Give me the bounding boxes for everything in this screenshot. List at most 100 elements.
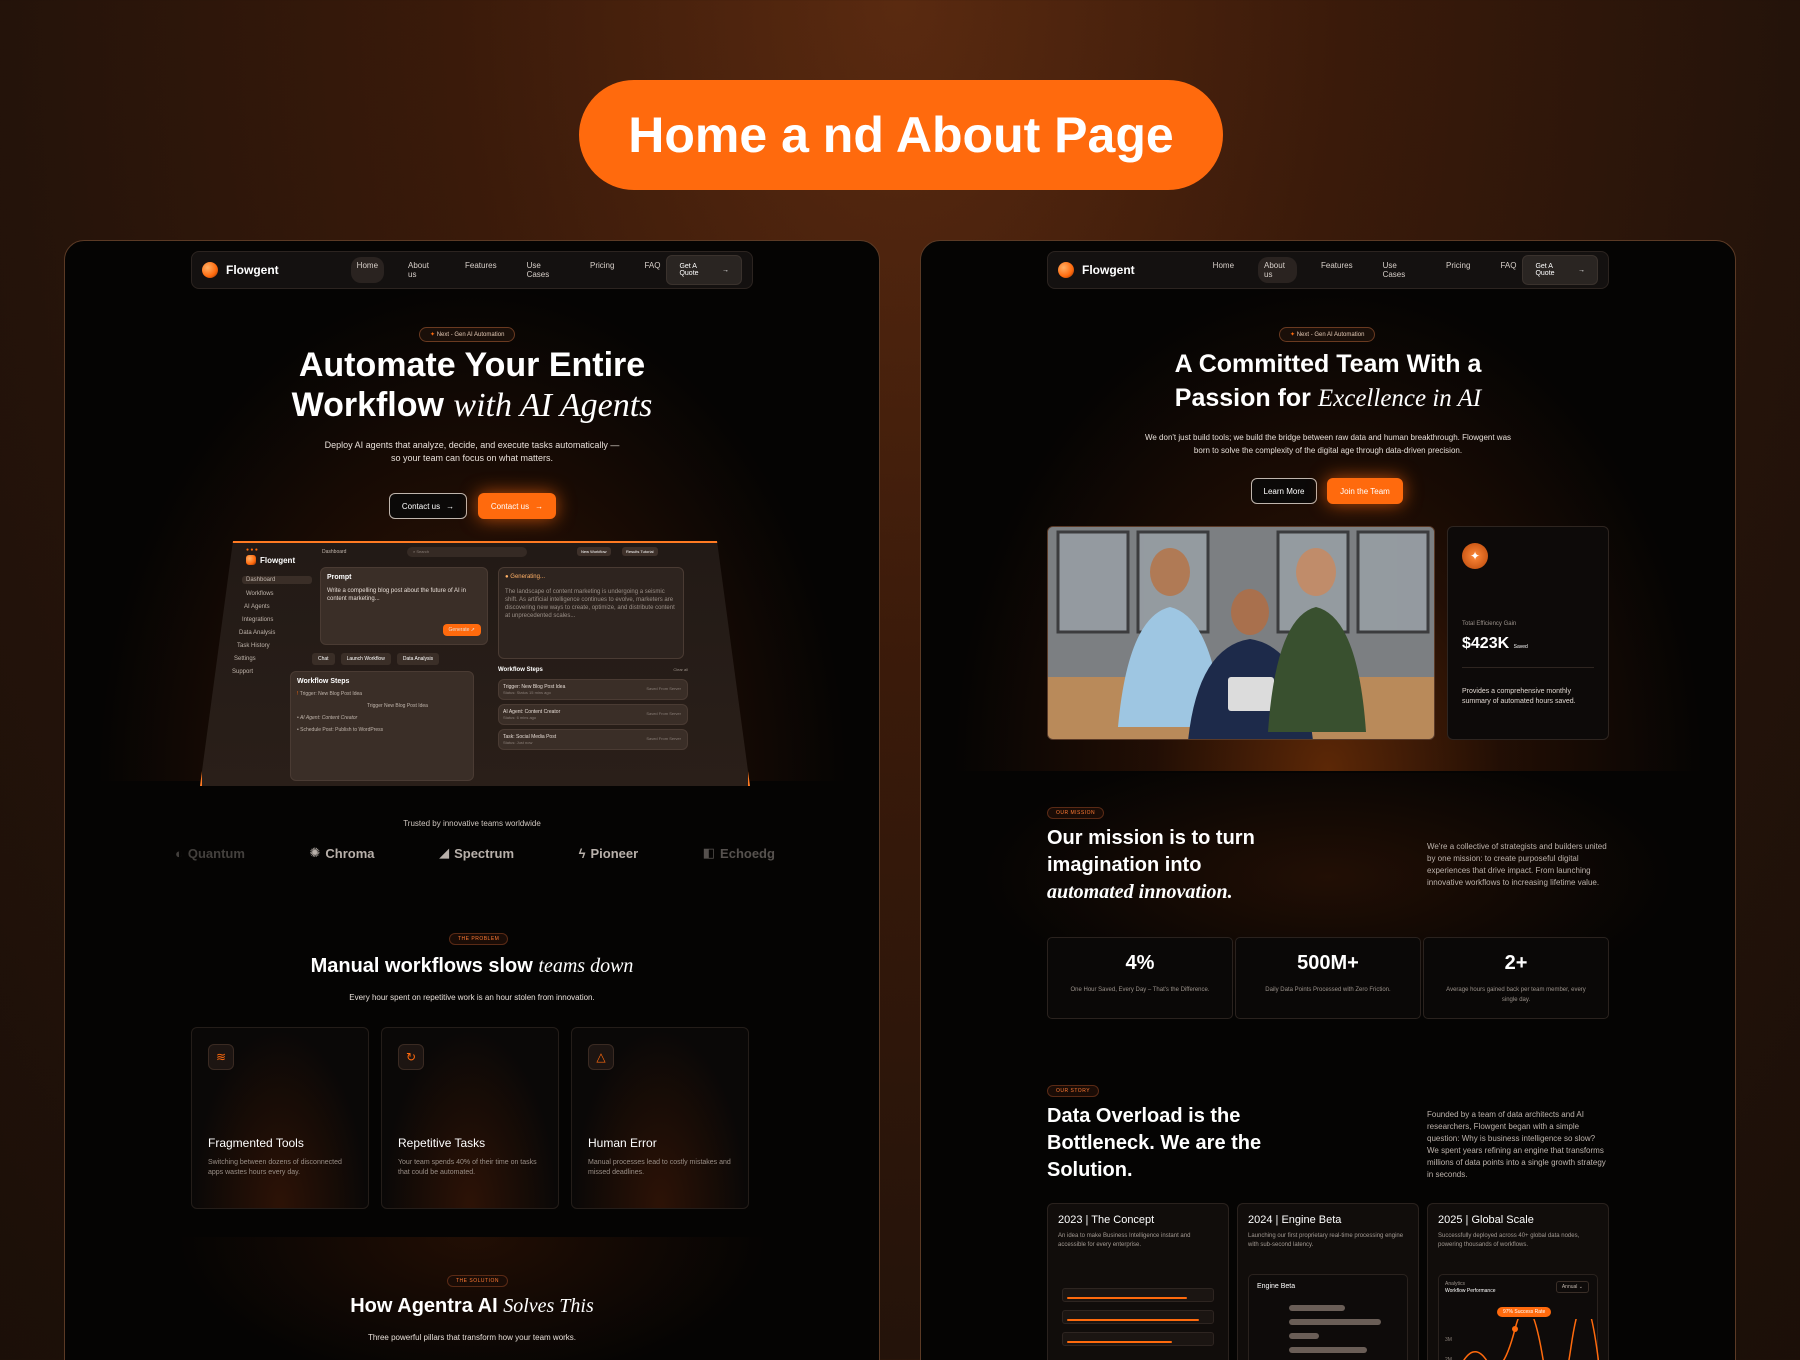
workflow-steps-header: Workflow Steps Clear all	[498, 667, 688, 673]
timeline-desc: Launching our first proprietary real-tim…	[1248, 1233, 1404, 1248]
feature-card-repetitive: ↻ Repetitive Tasks Your team spends 40% …	[381, 1027, 559, 1209]
results-button[interactable]: Results Tutorial	[622, 547, 658, 556]
nav-faq[interactable]: FAQ	[638, 257, 666, 283]
prompt-text[interactable]: Write a compelling blog post about the f…	[327, 587, 477, 603]
stat-box-3: 2+ Average hours gained back per team mem…	[1423, 937, 1609, 1019]
feature-title: Repetitive Tasks	[398, 1136, 486, 1150]
nav-about[interactable]: About us	[1258, 257, 1297, 283]
contact-label: Contact us	[401, 501, 441, 511]
wf-row[interactable]: Task: Social Media Post Status: Just now S…	[498, 729, 688, 750]
dash-search-input[interactable]: ⌕ Search	[407, 547, 527, 557]
wf-row[interactable]: AI Agent: Content Creator Status: 6 mins …	[498, 704, 688, 725]
feature-desc: Your team spends 40% of their time on ta…	[398, 1159, 537, 1176]
logo-text: Spectrum	[454, 845, 515, 861]
wf-row[interactable]: Trigger: New Blog Post Idea Status: Statu…	[498, 679, 688, 700]
logo-quantum: ◐ Quantum	[175, 845, 245, 861]
wf-step: • AI Agent: Content Creator	[297, 715, 358, 721]
new-workflow-button[interactable]: New Workflow	[577, 547, 611, 556]
solution-subtitle: Three powerful pillars that transform ho…	[367, 1333, 577, 1342]
metric-row	[1062, 1288, 1214, 1302]
get-quote-button[interactable]: Get A Quote →	[1522, 255, 1598, 285]
mission-line-1: Our mission is to turn	[1047, 827, 1255, 849]
metric-row	[1062, 1332, 1214, 1346]
stat-box-value: 4%	[1125, 952, 1155, 974]
page-title-badge: Home a nd About Page	[579, 80, 1223, 190]
nav-home[interactable]: Home	[350, 257, 385, 283]
alert-icon: !	[297, 691, 299, 697]
nav-use-cases[interactable]: Use Cases	[521, 257, 566, 283]
nav-pricing[interactable]: Pricing	[1440, 257, 1476, 283]
layers-icon: ≋	[208, 1044, 234, 1070]
contact-label: Contact us	[490, 501, 530, 511]
brand-logo[interactable]: Flowgent	[202, 262, 279, 278]
generating-text: The landscape of content marketing is un…	[505, 589, 675, 619]
clear-all-link[interactable]: Clear all	[673, 667, 688, 673]
engine-bar	[1289, 1347, 1367, 1353]
logo-spectrum: ◢ Spectrum	[439, 845, 514, 861]
warning-icon: △	[588, 1044, 614, 1070]
feature-desc: Switching between dozens of disconnected…	[208, 1159, 342, 1176]
nav-features[interactable]: Features	[459, 257, 503, 283]
story-line-3: Solution.	[1047, 1159, 1133, 1181]
sidebar-item-ai-agents[interactable]: AI Agents	[242, 604, 312, 610]
arrow-right-icon: →	[1578, 266, 1585, 274]
chip-launch-workflow[interactable]: Launch Workflow	[340, 653, 391, 665]
sidebar-item-settings[interactable]: Settings	[234, 656, 312, 662]
sidebar-item-task-history[interactable]: Task History	[237, 643, 312, 649]
nav-faq[interactable]: FAQ	[1494, 257, 1522, 283]
headline-italic: Excellence in AI	[1317, 385, 1482, 412]
sidebar-item-data-analysis[interactable]: Data Analysis	[239, 630, 312, 636]
brand-name: Flowgent	[1082, 263, 1135, 277]
problem-title-main: Manual workflows slow	[310, 955, 533, 977]
brand-logo[interactable]: Flowgent	[1058, 262, 1135, 278]
logo-text: Pioneer	[590, 845, 639, 861]
chip-chat[interactable]: Chat	[312, 653, 335, 665]
generate-button[interactable]: Generate ➚	[442, 624, 481, 636]
wf-step: ! Trigger: New Blog Post Idea	[297, 691, 467, 697]
sidebar-item-dashboard[interactable]: Dashboard	[242, 576, 312, 584]
sidebar-item-integrations[interactable]: Integrations	[242, 617, 312, 623]
headline-italic: with AI Agents	[453, 387, 653, 424]
nav-about[interactable]: About us	[402, 257, 441, 283]
metric-bar-fill	[1067, 1319, 1199, 1321]
nav-use-cases[interactable]: Use Cases	[1377, 257, 1422, 283]
stat-unit: Saved	[1513, 644, 1528, 650]
stat-box-label: Daily Data Points Processed with Zero Fr…	[1265, 987, 1391, 993]
workflow-steps-right: Workflow Steps Clear all Trigger: New Blo…	[498, 667, 688, 750]
top-nav: Flowgent Home About us Features Use Case…	[191, 251, 753, 289]
hero-pill-text: Next - Gen AI Automation	[436, 332, 505, 338]
logo-pioneer: ϟ Pioneer	[579, 845, 639, 861]
story-line-2: Bottleneck. We are the	[1047, 1132, 1262, 1154]
get-quote-label: Get A Quote	[679, 263, 699, 277]
sidebar-item-workflows[interactable]: Workflows	[242, 591, 312, 597]
wf-step-text: Schedule Post: Publish to WordPress	[300, 727, 384, 733]
hero-pill: ✦ Next - Gen AI Automation	[1279, 327, 1376, 342]
trusted-text: Trusted by innovative teams worldwide	[403, 819, 541, 828]
chip-data-analysis[interactable]: Data Analysis	[396, 653, 440, 665]
y-axis-label: 3M	[1445, 1337, 1452, 1343]
join-team-button[interactable]: Join the Team	[1327, 478, 1403, 504]
flowgent-logo-icon	[246, 555, 256, 565]
nav-pricing[interactable]: Pricing	[584, 257, 620, 283]
stat-box-value: 2+	[1504, 952, 1528, 974]
get-quote-label: Get A Quote	[1535, 263, 1555, 277]
nav-home[interactable]: Home	[1207, 257, 1240, 283]
metric-bar-fill	[1067, 1297, 1187, 1299]
get-quote-button[interactable]: Get A Quote →	[666, 255, 742, 285]
solution-title-main: How Agentra AI	[350, 1295, 498, 1317]
analytics-widget: Analytics Workflow Performance Annual ⌄ …	[1438, 1274, 1599, 1360]
period-select[interactable]: Annual ⌄	[1555, 1281, 1589, 1293]
learn-more-button[interactable]: Learn More	[1251, 478, 1317, 504]
dash-chips: Chat Launch Workflow Data Analysis	[312, 653, 440, 665]
stat-value-number: $423K	[1462, 635, 1510, 652]
team-photo-illustration	[1048, 527, 1434, 739]
workflow-steps-left: Workflow Steps ! Trigger: New Blog Post …	[290, 671, 474, 781]
contact-button-outline[interactable]: Contact us →	[389, 493, 467, 519]
contact-button-primary[interactable]: Contact us →	[478, 493, 556, 519]
dash-breadcrumb: Dashboard	[322, 549, 347, 555]
prompt-title: Prompt	[327, 574, 352, 581]
timeline-title: 2024 | Engine Beta	[1248, 1214, 1342, 1226]
story-tag: OUR STORY	[1047, 1085, 1100, 1097]
nav-features[interactable]: Features	[1315, 257, 1359, 283]
hero-headline-line1: Automate Your Entire	[298, 346, 646, 384]
